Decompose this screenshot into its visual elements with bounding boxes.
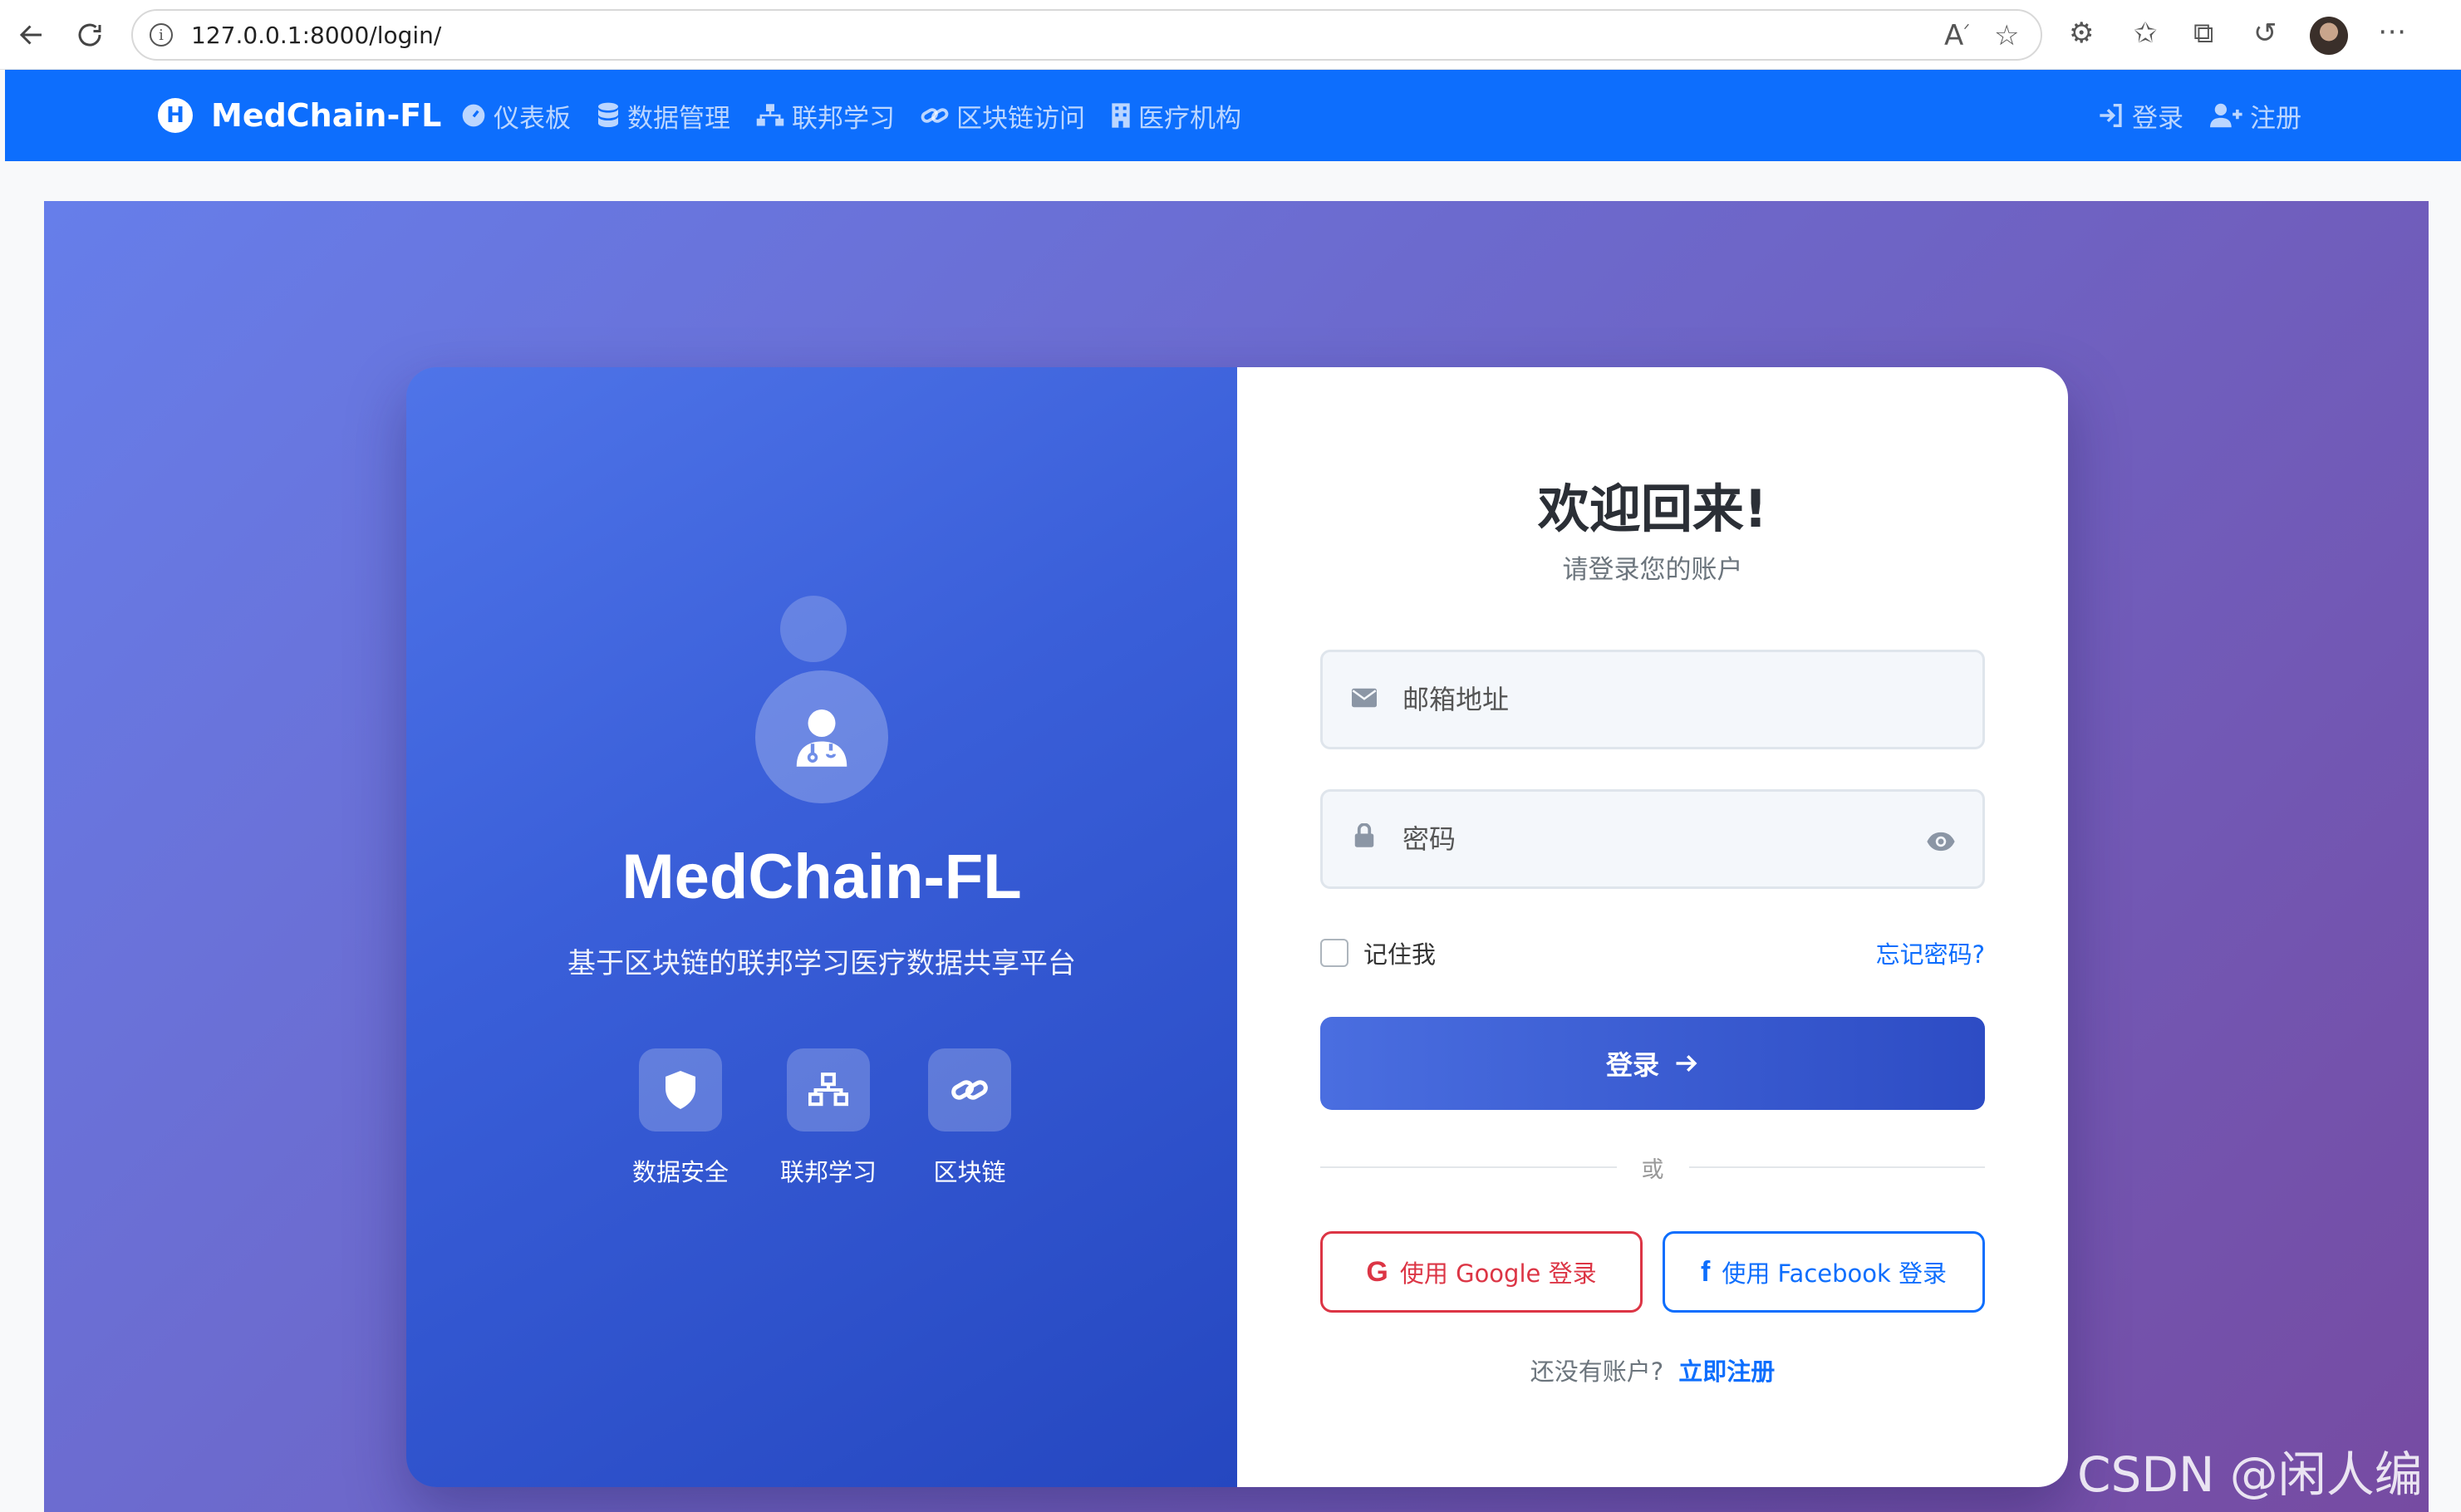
google-login-label: 使用 Google 登录 <box>1399 1259 1597 1288</box>
link-icon <box>921 108 949 123</box>
remember-me: 记住我 <box>1320 935 1436 970</box>
signup-link[interactable]: 立即注册 <box>1678 1352 1775 1387</box>
envelope-icon <box>1349 685 1379 714</box>
nav-login-label: 登录 <box>2132 103 2183 134</box>
signup-row: 还没有账户? 立即注册 <box>1237 1352 2068 1387</box>
back-arrow-icon[interactable] <box>8 12 55 58</box>
favorite-star-icon[interactable]: ☆ <box>1994 19 2019 52</box>
history-icon[interactable]: ↺ <box>2253 17 2277 50</box>
remember-label[interactable]: 记住我 <box>1363 935 1436 970</box>
brand-panel: MedChain-FL 基于区块链的联邦学习医疗数据共享平台 数据安全 联邦学习… <box>406 367 1237 1487</box>
url-text: 127.0.0.1:8000/login/ <box>191 21 442 49</box>
nav-login[interactable]: 登录 <box>2097 97 2183 135</box>
shield-icon <box>638 1048 722 1132</box>
remember-checkbox[interactable] <box>1320 939 1348 967</box>
collections-icon[interactable]: ⧉ <box>2193 17 2213 50</box>
password-field <box>1320 789 1985 889</box>
feature-data-security: 数据安全 <box>632 1048 729 1188</box>
email-field <box>1320 650 1985 749</box>
brand-logo-icon: H <box>158 98 193 133</box>
extensions-icon[interactable]: ⚙ <box>2069 17 2094 50</box>
feature-label: 联邦学习 <box>780 1158 877 1186</box>
hospital-icon <box>1112 103 1130 128</box>
gauge-icon <box>462 104 485 127</box>
nav-register-label: 注册 <box>2250 103 2301 134</box>
divider-text: 或 <box>1641 1156 1664 1183</box>
link-icon <box>928 1048 1012 1132</box>
brand-name: MedChain-FL <box>211 97 442 134</box>
login-button-label: 登录 <box>1605 1049 1659 1081</box>
eye-icon[interactable] <box>1924 825 1958 858</box>
or-divider: 或 <box>1320 1155 1985 1183</box>
divider-line <box>1688 1166 1985 1168</box>
feature-federated-learning: 联邦学习 <box>780 1048 877 1188</box>
nav-label: 数据管理 <box>627 103 730 134</box>
login-form-panel: 欢迎回来! 请登录您的账户 记住我 忘记密码? 登录 <box>1237 367 2068 1487</box>
read-aloud-icon[interactable]: Aᐟ <box>1944 19 1970 52</box>
facebook-icon: f <box>1700 1255 1711 1288</box>
forgot-password-link[interactable]: 忘记密码? <box>1876 935 1985 970</box>
feature-list: 数据安全 联邦学习 区块链 <box>406 1048 1237 1188</box>
nav-item-blockchain-access[interactable]: 区块链访问 <box>920 97 1085 135</box>
sign-in-icon <box>2100 104 2122 127</box>
nav-item-federated-learning[interactable]: 联邦学习 <box>755 97 895 135</box>
signup-prompt: 还没有账户? <box>1530 1357 1664 1386</box>
nav-label: 医疗机构 <box>1138 103 1241 134</box>
lock-icon <box>1349 822 1379 855</box>
remember-row: 记住我 忘记密码? <box>1320 932 1985 974</box>
nav-item-data-management[interactable]: 数据管理 <box>596 97 730 135</box>
password-input[interactable] <box>1402 823 1901 855</box>
email-input[interactable] <box>1402 684 1901 715</box>
nav-item-dashboard[interactable]: 仪表板 <box>460 97 571 135</box>
welcome-subheading: 请登录您的账户 <box>1562 555 1743 585</box>
top-navbar: H MedChain-FL 仪表板 数据管理 联邦学习 区块链访问 医疗机构 登… <box>5 70 2461 161</box>
nav-label: 区块链访问 <box>956 103 1085 134</box>
platform-title: MedChain-FL <box>621 842 1022 912</box>
feature-label: 区块链 <box>933 1158 1006 1186</box>
user-doctor-icon <box>796 709 847 767</box>
reload-icon[interactable] <box>66 12 113 58</box>
feature-blockchain: 区块链 <box>928 1048 1012 1188</box>
address-bar[interactable]: i 127.0.0.1:8000/login/ Aᐟ ☆ <box>131 9 2042 61</box>
welcome-heading: 欢迎回来! <box>1537 479 1768 539</box>
nav-item-medical-institutions[interactable]: 医疗机构 <box>1110 97 1241 135</box>
arrow-right-icon <box>1676 1055 1697 1072</box>
facebook-login-label: 使用 Facebook 登录 <box>1722 1259 1948 1288</box>
nav-label: 联邦学习 <box>792 103 895 134</box>
login-card: MedChain-FL 基于区块链的联邦学习医疗数据共享平台 数据安全 联邦学习… <box>406 367 2068 1487</box>
network-icon <box>756 104 784 126</box>
nav-links: 仪表板 数据管理 联邦学习 区块链访问 医疗机构 <box>460 70 1241 161</box>
site-info-icon[interactable]: i <box>150 23 173 47</box>
profile-avatar[interactable] <box>2310 17 2348 55</box>
more-menu-icon[interactable]: ⋯ <box>2378 15 2406 48</box>
user-plus-icon <box>2210 103 2242 128</box>
brand[interactable]: H MedChain-FL <box>158 70 441 161</box>
facebook-login-button[interactable]: f 使用 Facebook 登录 <box>1663 1231 1985 1313</box>
platform-subtitle: 基于区块链的联邦学习医疗数据共享平台 <box>567 947 1076 980</box>
watermark: CSDN @闲人编程 <box>2077 1446 2423 1503</box>
feature-label: 数据安全 <box>631 1158 729 1186</box>
nav-register[interactable]: 注册 <box>2210 97 2301 135</box>
favorites-icon[interactable]: ✩ <box>2134 17 2158 50</box>
decorative-circle <box>780 596 847 662</box>
login-submit-button[interactable]: 登录 <box>1320 1017 1985 1110</box>
nav-auth-links: 登录 注册 <box>2097 70 2301 161</box>
google-icon: G <box>1366 1255 1388 1288</box>
network-icon <box>787 1048 870 1132</box>
google-login-button[interactable]: G 使用 Google 登录 <box>1320 1231 1643 1313</box>
doctor-avatar <box>755 670 888 803</box>
database-icon <box>598 102 618 127</box>
browser-toolbar: i 127.0.0.1:8000/login/ Aᐟ ☆ ⚙ ✩ ⧉ ↺ ⋯ <box>0 0 2461 70</box>
divider-line <box>1320 1166 1617 1168</box>
nav-label: 仪表板 <box>494 103 571 134</box>
